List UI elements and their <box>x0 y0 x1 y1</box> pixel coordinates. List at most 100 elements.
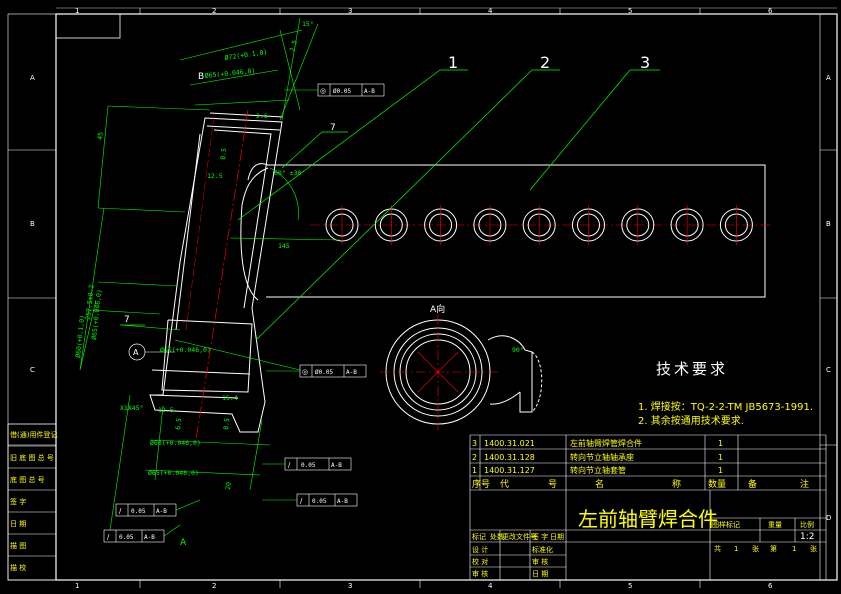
bom-row-2-qty: 1 <box>718 453 723 462</box>
arm-section-view <box>149 112 284 433</box>
bom-header-note-2: 注 <box>800 478 809 490</box>
strip-label-3: 签 字 <box>10 497 26 506</box>
balloon-leaders <box>120 69 660 341</box>
sheet-label-4: 第 <box>770 544 777 553</box>
svg-text:0.05: 0.05 <box>119 534 134 541</box>
dimension-lines <box>79 17 341 531</box>
bom-header-qty: 数量 <box>708 478 726 490</box>
balloon-7-top: 7 <box>330 123 336 133</box>
dim-12-5-low: 12.5 <box>158 406 174 414</box>
bom-row-1-code: 1400.31.021 <box>484 439 535 448</box>
title-scale-label-3: 比例 <box>800 520 814 529</box>
zone-col-6-bottom: 6 <box>768 582 773 590</box>
view-a: A向 <box>380 303 543 430</box>
title-scale-label-1: 图样标记 <box>712 520 740 529</box>
balloon-1: 1 <box>448 53 458 72</box>
dim-2-5: 2.5 <box>288 39 299 52</box>
person-label-2b: 审 核 <box>532 557 548 566</box>
dim-d72: Ø72(+0.1,0) <box>224 48 268 62</box>
svg-text:/: / <box>119 507 122 515</box>
rev-label-4: 签 字 <box>532 532 548 541</box>
svg-text:◎: ◎ <box>320 87 326 95</box>
tolerance-frame-6: / 0.05 A-B <box>103 529 165 543</box>
left-registration-strip: 借(通)用件登记 旧 底 图 总 号 底 图 总 号 签 字 日 期 描 图 描… <box>7 423 57 581</box>
person-label-1b: 标准化 <box>532 545 553 554</box>
svg-text:◎: ◎ <box>302 368 308 376</box>
title-block: 左前轴臂焊合件 图样标记 重量 比例 标记 处数 更改文件号 签 字 日期 设 … <box>470 490 826 580</box>
tolerance-frame-2: ◎ Ø0.05 A-B <box>299 364 367 378</box>
dim-12-5: 12.5 <box>207 172 223 180</box>
bom-row-3-code: 1400.31.127 <box>484 466 535 475</box>
mounting-hole <box>670 205 704 245</box>
dim-90deg: 90° <box>512 346 524 354</box>
tube-part-3 <box>266 164 770 298</box>
person-label-2a: 校 对 <box>472 557 488 566</box>
mounting-hole <box>424 205 458 245</box>
strip-label-0: 借(通)用件登记 <box>10 430 57 439</box>
svg-text:A-B: A-B <box>337 498 348 505</box>
sheet-label-6: 张 <box>810 544 817 553</box>
mounting-hole <box>325 205 359 245</box>
tolerance-frame-5: / 0.05 A-B <box>115 503 177 517</box>
bom-header-name-2: 称 <box>672 478 681 490</box>
dim-145: 145 <box>278 242 290 250</box>
svg-text:0.05: 0.05 <box>312 498 327 505</box>
mounting-hole <box>719 205 753 245</box>
zone-col-6: 6 <box>768 7 773 15</box>
bom-header-code-1: 代 <box>500 479 509 490</box>
balloon-2: 2 <box>540 53 550 72</box>
svg-text:0.05: 0.05 <box>131 508 146 515</box>
mounting-hole <box>374 205 408 245</box>
tolerance-frame-4: / 0.05 A-B <box>296 493 358 507</box>
mounting-hole <box>522 205 556 245</box>
dim-d65-mid: Ø65(+0.046,0) <box>160 346 211 354</box>
zone-col-3-bottom: 3 <box>348 582 352 590</box>
bom-row-2-no: 2 <box>472 453 477 462</box>
svg-text:0.05: 0.05 <box>301 462 316 469</box>
sheet-label-5: 1 <box>792 545 796 553</box>
bom-row-1-name: 左前轴臂焊管焊合件 <box>570 438 642 448</box>
mounting-hole <box>572 205 605 245</box>
dim-chamfer: X1X45° <box>120 404 143 412</box>
svg-text:Ø0.05: Ø0.05 <box>315 369 333 376</box>
bom-row-3-no: 1 <box>472 466 477 475</box>
person-label-1a: 设 计 <box>472 545 488 554</box>
mounting-hole <box>473 205 507 245</box>
strip-label-1: 旧 底 图 总 号 <box>10 453 54 462</box>
tolerance-frame-1: ◎ Ø0.05 A-B <box>317 83 385 97</box>
zone-col-4-bottom: 4 <box>488 582 493 590</box>
svg-text:A-B: A-B <box>364 88 375 95</box>
strip-label-4: 日 期 <box>10 520 26 528</box>
svg-text:A-B: A-B <box>156 508 167 515</box>
svg-text:A-B: A-B <box>331 462 342 469</box>
section-b-label: B <box>198 72 204 82</box>
bom-row-1-no: 3 <box>472 439 477 448</box>
tech-req-title: 技术要求 <box>656 360 728 378</box>
title-scale-label-2: 重量 <box>768 521 782 529</box>
bom-row-2-code: 1400.31.128 <box>484 453 535 462</box>
dim-angle-15: 15° <box>302 20 314 28</box>
svg-text:/: / <box>300 497 303 505</box>
svg-text:Ø0.05: Ø0.05 <box>333 88 351 95</box>
dim-8-5-low: 8.5 <box>222 418 231 431</box>
balloon-7-bottom: 7 <box>124 315 130 325</box>
dim-15-4: 15.4 <box>222 394 238 402</box>
dim-20: 20 <box>224 482 233 491</box>
zone-col-5-bottom: 5 <box>628 582 632 590</box>
tech-req-item-1: 1. 焊接按：TQ-2-2-TM JB5673-1991. <box>638 400 813 413</box>
bom-header-code-2: 号 <box>548 479 557 490</box>
zone-col-3: 3 <box>348 7 352 15</box>
corner-box <box>55 13 121 39</box>
zone-row-c: C <box>30 366 35 374</box>
sheet-label-2: 1 <box>734 545 738 553</box>
drawing-title: 左前轴臂焊合件 <box>578 507 718 531</box>
zone-col-2: 2 <box>212 7 216 15</box>
zone-col-2-bottom: 2 <box>212 582 216 590</box>
strip-label-6: 描 校 <box>10 563 26 572</box>
zone-col-4: 4 <box>488 7 493 15</box>
svg-text:/: / <box>288 461 291 469</box>
tolerance-frame-3: / 0.05 A-B <box>284 457 352 471</box>
view-arrow-a: A <box>180 538 187 548</box>
zone-row-a-right: A <box>826 74 831 82</box>
bom-header-name-1: 名 <box>595 478 604 490</box>
